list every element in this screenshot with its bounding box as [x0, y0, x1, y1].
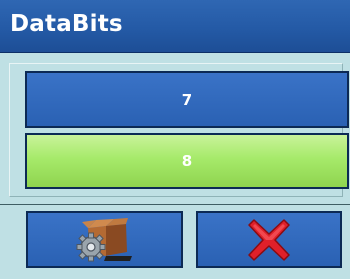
option-8-label: 8 [181, 152, 193, 170]
option-7-button[interactable]: 7 [25, 71, 349, 128]
red-x-icon [248, 218, 290, 261]
box-gear-icon [76, 217, 132, 261]
ok-softkey[interactable] [26, 211, 183, 268]
option-7-label: 7 [181, 90, 193, 109]
cancel-softkey[interactable] [196, 211, 342, 268]
option-8-button[interactable]: 8 [25, 133, 349, 189]
dialog-title: DataBits [10, 11, 123, 37]
title-bar: DataBits [0, 0, 350, 53]
databits-dialog: DataBits 7 8 [0, 0, 350, 279]
